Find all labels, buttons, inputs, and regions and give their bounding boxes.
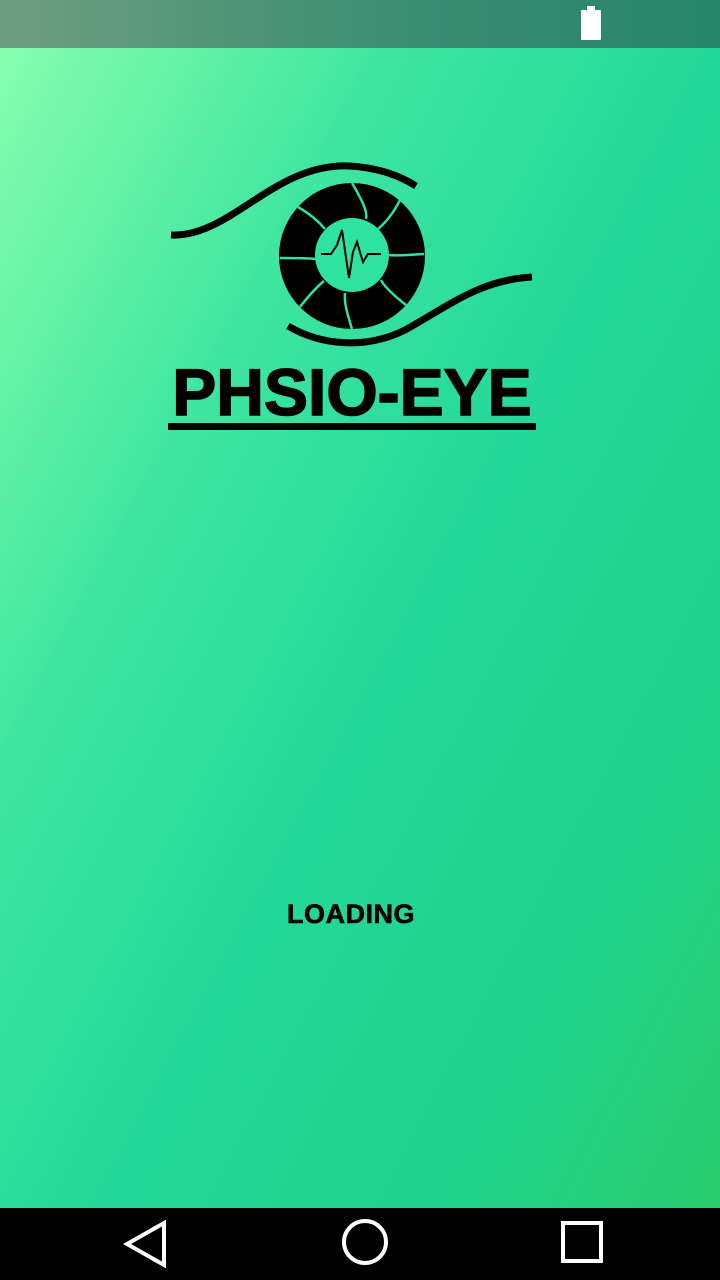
- navigation-bar: [0, 1208, 720, 1280]
- recents-button[interactable]: [537, 1208, 627, 1280]
- loading-label: LOADING: [287, 899, 415, 930]
- back-triangle-icon: [122, 1219, 166, 1269]
- eye-heartbeat-logo-icon: [170, 162, 533, 347]
- home-circle-icon: [342, 1219, 388, 1265]
- home-button[interactable]: [320, 1208, 410, 1280]
- app-title: PHSIO-EYE: [172, 355, 533, 429]
- status-bar: [0, 0, 720, 48]
- battery-full-icon: [581, 6, 601, 42]
- back-button[interactable]: [101, 1208, 191, 1280]
- splash-screen: PHSIO-EYE LOADING: [0, 0, 720, 1280]
- recents-square-icon: [561, 1221, 603, 1263]
- title-underline: [168, 423, 536, 430]
